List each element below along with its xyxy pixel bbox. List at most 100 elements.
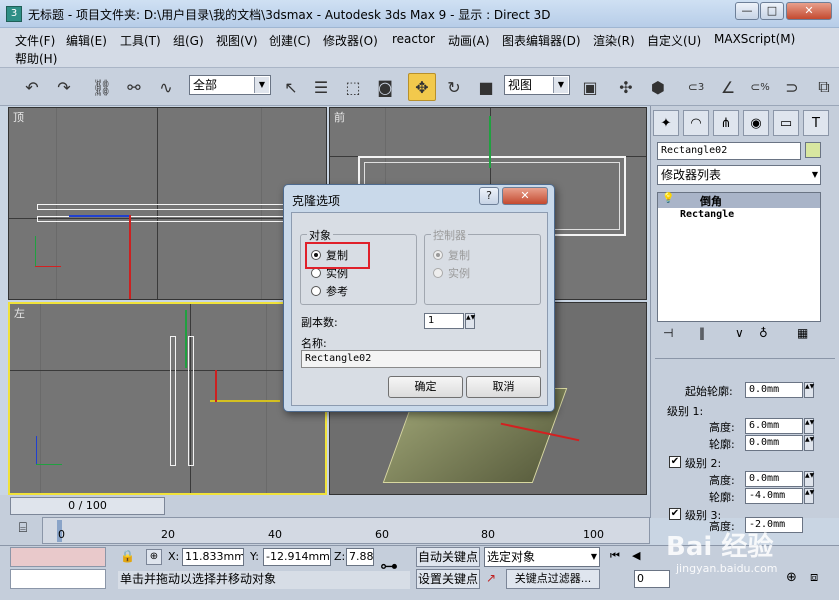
dialog-help-button[interactable]: ? <box>479 187 499 205</box>
time-slider[interactable]: 0 / 100 <box>10 497 165 515</box>
rectangle-shape[interactable] <box>188 336 194 466</box>
object-name-field[interactable]: Rectangle02 <box>657 142 801 160</box>
display-tab-icon[interactable]: ▭ <box>773 110 799 136</box>
pin-stack-icon[interactable]: ⊣ <box>663 326 673 340</box>
lightbulb-icon[interactable]: 💡 <box>662 193 674 204</box>
menu-animation[interactable]: 动画(A) <box>448 32 490 49</box>
minimize-button[interactable]: — <box>735 2 759 20</box>
y-coord-field[interactable]: -12.914mm <box>263 548 331 566</box>
select-and-rotate-icon[interactable]: ↻ <box>440 73 468 101</box>
previous-frame-icon[interactable]: ◀ <box>632 549 640 562</box>
angle-snap-icon[interactable]: ∠ <box>714 73 742 101</box>
utilities-tab-icon[interactable]: T <box>803 110 829 136</box>
key-filter-curve-icon[interactable]: ↗ <box>486 571 496 585</box>
l2-height-field[interactable]: 0.0mm <box>745 471 803 487</box>
dialog-close-button[interactable]: ✕ <box>502 187 548 205</box>
l1-outline-field[interactable]: 0.0mm <box>745 435 803 451</box>
cancel-button[interactable]: 取消 <box>466 376 541 398</box>
keyboard-shortcut-override-icon[interactable]: ⬢ <box>644 73 672 101</box>
object-color-swatch[interactable] <box>805 142 821 158</box>
select-and-scale-icon[interactable]: ■ <box>472 73 500 101</box>
reference-coordinate-dropdown[interactable]: 视图 ▼ <box>504 75 570 95</box>
maximize-button[interactable]: □ <box>760 2 784 20</box>
menu-maxscript[interactable]: MAXScript(M) <box>714 32 795 46</box>
track-bar[interactable]: 0 20 40 60 80 100 <box>42 517 650 544</box>
radio-reference[interactable]: 参考 <box>311 283 348 299</box>
hierarchy-tab-icon[interactable]: ⋔ <box>713 110 739 136</box>
create-tab-icon[interactable]: ✦ <box>653 110 679 136</box>
maxscript-output-mini[interactable] <box>10 569 106 589</box>
edit-named-selection-icon[interactable]: ⧉ <box>810 73 838 101</box>
l2-outline-spinner[interactable]: ▲▼ <box>804 488 814 504</box>
percent-snap-icon[interactable]: ⊂% <box>746 73 774 101</box>
copies-spinner[interactable]: ▲▼ <box>465 313 475 329</box>
key-filters-button[interactable]: 关键点过滤器... <box>506 569 600 589</box>
select-by-name-icon[interactable]: ☰ <box>307 73 335 101</box>
menu-modifiers[interactable]: 修改器(O) <box>323 32 378 49</box>
l1-height-field[interactable]: 6.0mm <box>745 418 803 434</box>
redo-icon[interactable]: ↷ <box>50 73 78 101</box>
zoom-extents-icon[interactable]: ⧈ <box>810 570 818 585</box>
lock-selection-icon[interactable]: 🔒 <box>120 549 135 563</box>
zoom-icon[interactable]: ⊕ <box>786 570 797 585</box>
absolute-mode-icon[interactable]: ⊕ <box>146 549 162 565</box>
selection-filter-dropdown[interactable]: 全部 ▼ <box>189 75 271 95</box>
radio-controller-copy[interactable]: 复制 <box>433 247 470 263</box>
l2-outline-field[interactable]: -4.0mm <box>745 488 803 504</box>
auto-key-button[interactable]: 自动关键点 <box>416 547 480 567</box>
rectangle-shape[interactable] <box>170 336 176 466</box>
start-outline-field[interactable]: 0.0mm <box>745 382 803 398</box>
use-pivot-center-icon[interactable]: ▣ <box>576 73 604 101</box>
bind-to-space-warp-icon[interactable]: ∿ <box>152 73 180 101</box>
x-coord-field[interactable]: 11.833mm <box>182 548 244 566</box>
show-end-result-icon[interactable]: ‖ <box>699 326 705 340</box>
modify-tab-icon[interactable]: ◠ <box>683 110 709 136</box>
menu-reactor[interactable]: reactor <box>392 32 435 46</box>
radio-controller-instance[interactable]: 实例 <box>433 265 470 281</box>
ok-button[interactable]: 确定 <box>388 376 463 398</box>
remove-modifier-icon[interactable]: ♁ <box>759 326 768 340</box>
level2-checkbox[interactable]: ✔ <box>669 456 681 468</box>
menu-views[interactable]: 视图(V) <box>216 32 258 49</box>
l2-height-spinner[interactable]: ▲▼ <box>804 471 814 487</box>
menu-edit[interactable]: 编辑(E) <box>66 32 107 49</box>
modifier-stack[interactable]: 💡 倒角 Rectangle <box>657 192 821 322</box>
menu-help[interactable]: 帮助(H) <box>15 50 57 67</box>
modifier-rectangle-label[interactable]: Rectangle <box>680 209 734 220</box>
snaps-toggle-icon[interactable]: ⊂ 3 <box>682 73 710 101</box>
rectangular-selection-icon[interactable]: ⬚ <box>339 73 367 101</box>
window-crossing-icon[interactable]: ◙ <box>371 73 399 101</box>
motion-tab-icon[interactable]: ◉ <box>743 110 769 136</box>
select-and-manipulate-icon[interactable]: ✣ <box>612 73 640 101</box>
menu-file[interactable]: 文件(F) <box>15 32 55 49</box>
current-frame-field[interactable]: 0 <box>634 570 670 588</box>
unlink-selection-icon[interactable]: ⚯ <box>120 73 148 101</box>
menu-graph-editors[interactable]: 图表编辑器(D) <box>502 32 581 49</box>
level3-checkbox[interactable]: ✔ <box>669 508 681 520</box>
go-to-start-icon[interactable]: ⏮ <box>610 549 620 563</box>
menu-tools[interactable]: 工具(T) <box>120 32 161 49</box>
menu-rendering[interactable]: 渲染(R) <box>593 32 635 49</box>
copies-field[interactable]: 1 <box>424 313 464 329</box>
select-object-icon[interactable]: ↖ <box>277 73 305 101</box>
configure-modifier-sets-icon[interactable]: ▦ <box>797 326 808 340</box>
viewport-left[interactable]: 左 <box>8 302 327 495</box>
select-and-move-icon[interactable]: ✥ <box>408 73 436 101</box>
undo-icon[interactable]: ↶ <box>18 73 46 101</box>
maxscript-listener-mini[interactable] <box>10 547 106 567</box>
spinner-snap-icon[interactable]: ⊃ <box>778 73 806 101</box>
modifier-list-dropdown[interactable]: 修改器列表 ▼ <box>657 165 821 185</box>
open-mini-curve-editor-icon[interactable]: ⌸ <box>10 520 36 542</box>
menu-create[interactable]: 创建(C) <box>269 32 311 49</box>
l1-outline-spinner[interactable]: ▲▼ <box>804 435 814 451</box>
menu-customize[interactable]: 自定义(U) <box>647 32 701 49</box>
clone-name-field[interactable]: Rectangle02 <box>301 350 541 368</box>
modifier-stack-item-selected[interactable]: 💡 倒角 <box>658 193 820 208</box>
viewport-top[interactable]: 顶 <box>8 107 327 300</box>
l1-height-spinner[interactable]: ▲▼ <box>804 418 814 434</box>
select-and-link-icon[interactable]: ⛓ <box>88 73 116 101</box>
set-key-button[interactable]: 设置关键点 <box>416 569 480 589</box>
z-coord-field[interactable]: 7.88 <box>346 548 374 566</box>
make-unique-icon[interactable]: ∨ <box>735 326 744 340</box>
menu-group[interactable]: 组(G) <box>173 32 204 49</box>
